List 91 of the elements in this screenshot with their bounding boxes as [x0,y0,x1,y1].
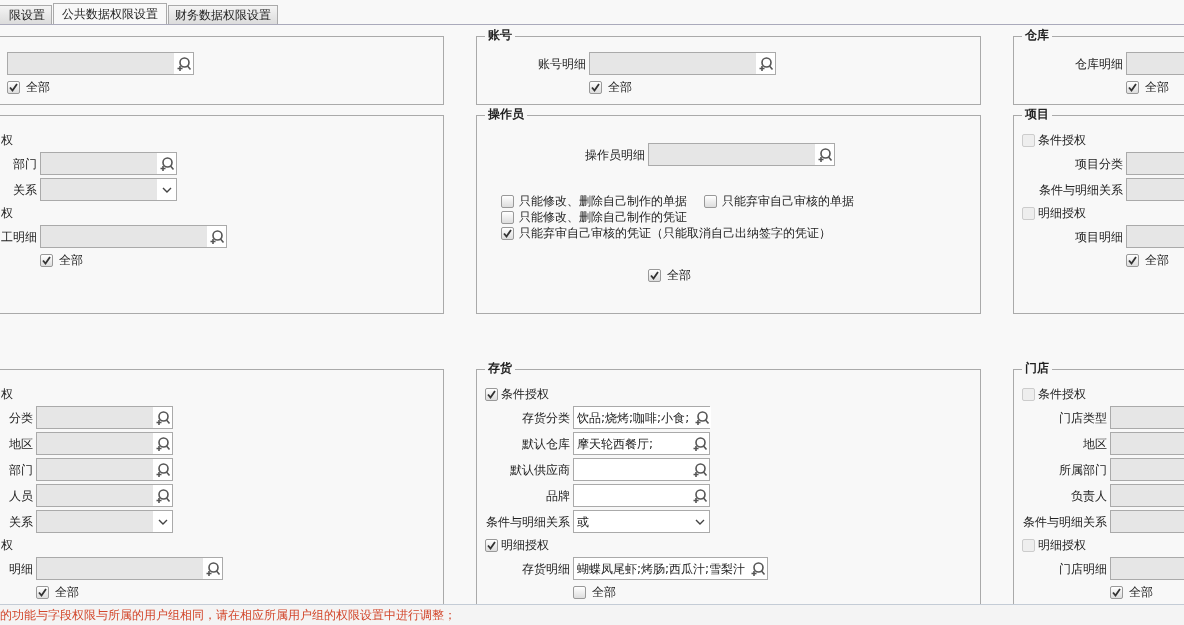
panel-title: 仓库 [1022,28,1052,43]
field-label: 地区 [1082,435,1108,452]
checkbox[interactable] [589,80,602,94]
search-icon[interactable] [691,461,708,478]
panel-title: 存货 [485,361,515,376]
checkbox-label: 只能弃审自己审核的单据 [722,193,854,209]
checkbox[interactable] [36,585,49,599]
lookup-field[interactable]: 蝴蝶凤尾虾;烤肠;西瓜汁;雪梨汁 [573,557,769,580]
field-label: 条件与明细关系 [1038,181,1124,198]
field-label: 品牌 [545,487,571,504]
field-label: 部门 [8,461,34,478]
field-label: 条件与明细关系 [485,513,571,530]
checkbox-label: 全部 [592,584,616,600]
field-label: 项目分类 [1074,155,1124,172]
field-label: 仓库明细 [1074,55,1124,72]
panel-title: 操作员 [485,107,527,122]
field-value: 或 [576,513,590,530]
tab[interactable]: 限设置 [0,5,52,24]
field-label: 权 [1,206,13,220]
checkbox-label: 明细授权 [1038,537,1086,553]
field-label: 项目明细 [1074,228,1124,245]
checkbox[interactable] [1126,80,1139,94]
field-label: 所属部门 [1058,461,1108,478]
field-label: 人员 [8,487,34,504]
checkbox-label: 全部 [1145,79,1169,95]
dropdown[interactable]: 或 [573,510,710,533]
checkbox[interactable] [485,387,498,401]
search-icon[interactable] [691,487,708,504]
checkbox-label: 全部 [26,79,50,95]
checkbox-label: 只能弃审自己审核的凭证（只能取消自己出纳签字的凭证） [519,225,831,241]
checkbox[interactable] [1110,585,1123,599]
checkbox-label: 全部 [55,584,79,600]
field-label: 条件与明细关系 [1022,513,1108,530]
panel-title: 账号 [485,28,515,43]
tab[interactable]: 财务数据权限设置 [168,5,278,24]
checkbox[interactable] [7,80,20,94]
checkbox-label: 明细授权 [1038,205,1086,221]
checkbox[interactable] [485,538,498,552]
field-label: 分类 [8,409,34,426]
field-label: 明细 [8,560,34,577]
tab[interactable]: 公共数据权限设置 [53,3,167,24]
checkbox-label: 明细授权 [501,537,549,553]
field-label: 操作员明细 [584,146,646,163]
field-label: 部门 [12,155,38,172]
lookup-field[interactable] [573,484,710,507]
search-icon[interactable] [749,560,766,577]
field-label: 默认仓库 [521,435,571,452]
checkbox-label: 全部 [608,79,632,95]
checkbox[interactable] [1126,253,1139,267]
checkbox[interactable] [501,210,514,224]
checkbox-label: 条件授权 [1038,386,1086,402]
field-label: 权 [1,133,13,147]
lookup-field[interactable] [573,458,710,481]
field-label: 权 [1,538,13,552]
checkbox-label: 全部 [59,252,83,268]
field-label: 地区 [8,435,34,452]
field-value: 摩天轮西餐厅; [576,435,655,452]
field-label: 存货明细 [521,560,571,577]
field-value: 蝴蝶凤尾虾;烤肠;西瓜汁;雪梨汁 [576,560,747,577]
checkbox[interactable] [501,194,514,208]
checkbox-label: 全部 [1129,584,1153,600]
checkbox[interactable] [648,268,661,282]
search-icon[interactable] [693,409,710,426]
checkbox[interactable] [704,194,717,208]
checkbox-label: 只能修改、删除自己制作的凭证 [519,209,687,225]
lookup-field[interactable]: 饮品;烧烤;咖啡;小食; [573,406,710,429]
chevron-icon[interactable] [694,518,705,525]
lookup-field[interactable]: 摩天轮西餐厅; [573,432,710,455]
field-label: 关系 [8,513,34,530]
field-label: 默认供应商 [509,461,571,478]
notice-text: 的功能与字段权限与所属的用户组相同，请在相应所属用户组的权限设置中进行调整； [0,606,456,624]
field-label: 工明细 [0,228,38,245]
field-label: 存货分类 [521,409,571,426]
checkbox[interactable] [40,253,53,267]
checkbox[interactable] [573,585,586,599]
field-value: 饮品;烧烤;咖啡;小食; [576,409,691,426]
panel-title: 门店 [1022,361,1052,376]
field-label: 负责人 [1070,487,1108,504]
field-label: 门店明细 [1058,560,1108,577]
field-label: 权 [1,387,13,401]
search-icon[interactable] [691,435,708,452]
field-label: 账号明细 [537,55,587,72]
checkbox-label: 条件授权 [501,386,549,402]
checkbox-label: 条件授权 [1038,132,1086,148]
checkbox-label: 只能修改、删除自己制作的单据 [519,193,687,209]
checkbox[interactable] [501,226,514,240]
panel-title: 项目 [1022,107,1052,122]
checkbox-label: 全部 [667,267,691,283]
checkbox-label: 全部 [1145,252,1169,268]
field-label: 关系 [12,181,38,198]
field-label: 门店类型 [1058,409,1108,426]
